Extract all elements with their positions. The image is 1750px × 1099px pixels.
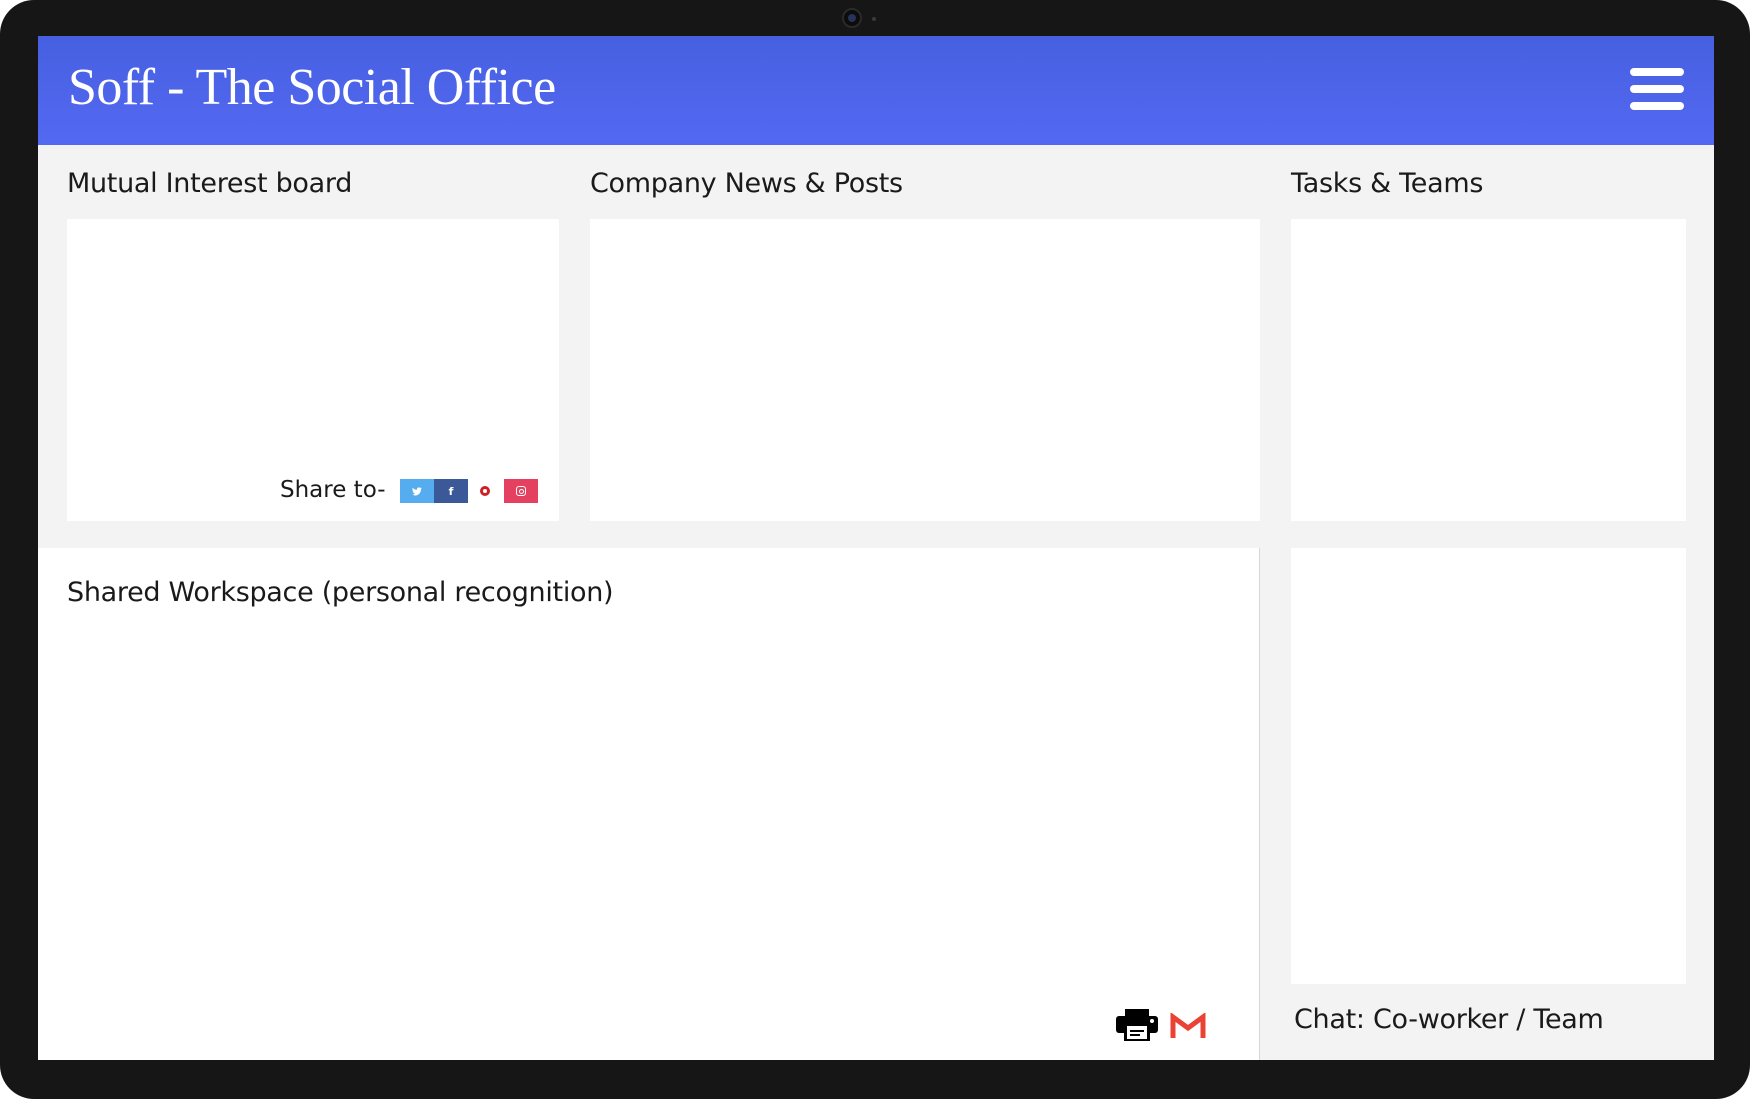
gmail-icon[interactable] xyxy=(1170,1012,1206,1039)
share-label: Share to- xyxy=(280,477,386,503)
printer-icon[interactable] xyxy=(1116,1009,1158,1041)
device-bezel: Soff - The Social Office Mutual Interest… xyxy=(0,0,1750,1099)
facebook-share-button[interactable]: f xyxy=(434,479,468,503)
app-header: Soff - The Social Office xyxy=(38,36,1714,145)
tasks-teams-panel[interactable] xyxy=(1291,219,1686,521)
camera-icon xyxy=(842,8,862,28)
app-title: Soff - The Social Office xyxy=(68,59,556,116)
mutual-interest-title: Mutual Interest board xyxy=(67,168,353,199)
pinterest-share-button[interactable] xyxy=(468,479,502,503)
shared-workspace-panel[interactable]: Shared Workspace (personal recognition) xyxy=(38,548,1260,1060)
facebook-icon: f xyxy=(448,484,454,498)
twitter-share-button[interactable] xyxy=(400,479,434,503)
tasks-teams-title: Tasks & Teams xyxy=(1291,168,1484,199)
instagram-share-button[interactable] xyxy=(504,479,538,503)
camera-sensor-dot xyxy=(872,17,876,21)
app-screen: Soff - The Social Office Mutual Interest… xyxy=(38,36,1714,1060)
instagram-icon xyxy=(516,486,526,496)
pinterest-icon xyxy=(480,486,490,496)
twitter-icon xyxy=(412,486,422,495)
company-news-title: Company News & Posts xyxy=(590,168,903,199)
mutual-interest-board[interactable]: Share to- f xyxy=(67,219,559,521)
company-news-panel[interactable] xyxy=(590,219,1260,521)
hamburger-menu-icon[interactable] xyxy=(1630,68,1684,110)
chat-label: Chat: Co-worker / Team xyxy=(1294,1004,1604,1035)
shared-workspace-title: Shared Workspace (personal recognition) xyxy=(67,577,614,608)
chat-panel[interactable] xyxy=(1291,548,1686,984)
